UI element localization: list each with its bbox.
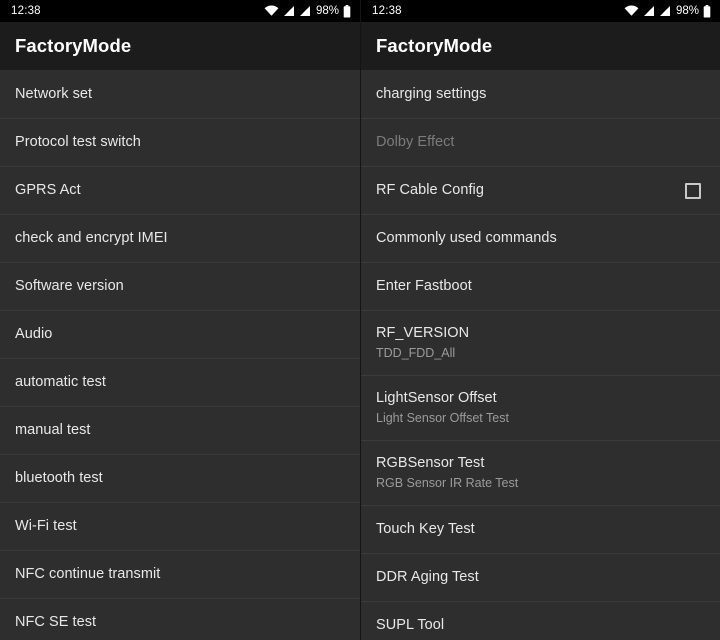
list-item-touch-key-test[interactable]: Touch Key Test (361, 505, 720, 553)
status-bar-icons: 98% (624, 0, 711, 22)
list-item-audio[interactable]: Audio (0, 310, 360, 358)
list-item-network-set[interactable]: Network set (0, 70, 360, 118)
list-item-label: Protocol test switch (15, 134, 141, 150)
list-item-protocol-test-switch[interactable]: Protocol test switch (0, 118, 360, 166)
list-item-automatic-test[interactable]: automatic test (0, 358, 360, 406)
list-item-manual-test[interactable]: manual test (0, 406, 360, 454)
list-item-check-and-encrypt-imei[interactable]: check and encrypt IMEI (0, 214, 360, 262)
list-item-label: Audio (15, 326, 53, 342)
battery-icon (703, 4, 711, 17)
list-item-sublabel: Light Sensor Offset Test (376, 411, 509, 425)
right-settings-list[interactable]: charging settings Dolby Effect RF Cable Co… (361, 70, 720, 640)
status-bar-clock: 12:38 (372, 5, 402, 17)
left-app-bar: FactoryMode (0, 22, 360, 70)
list-item-ddr-aging-test[interactable]: DDR Aging Test (361, 553, 720, 601)
list-item-label: DDR Aging Test (376, 569, 479, 585)
page-title: FactoryMode (15, 35, 132, 56)
list-item-label: check and encrypt IMEI (15, 230, 168, 246)
list-item-label: RF_VERSION (376, 325, 470, 341)
list-item-label: automatic test (15, 374, 106, 390)
list-item-label: manual test (15, 422, 91, 438)
right-phone-screen: 12:38 98% FactoryMode charging settings … (360, 0, 720, 640)
battery-percent-label: 98% (315, 5, 339, 17)
list-item-label: Dolby Effect (376, 134, 455, 150)
list-item-nfc-continue-transmit[interactable]: NFC continue transmit (0, 550, 360, 598)
wifi-icon (624, 5, 639, 16)
list-item-rf-cable-config[interactable]: RF Cable Config (361, 166, 720, 214)
list-item-label: Wi-Fi test (15, 518, 77, 534)
list-item-bluetooth-test[interactable]: bluetooth test (0, 454, 360, 502)
signal-icon-2 (299, 6, 310, 16)
list-item-software-version[interactable]: Software version (0, 262, 360, 310)
list-item-label: Network set (15, 85, 93, 102)
list-item-label: RF Cable Config (376, 182, 484, 198)
list-item-label: SUPL Tool (376, 617, 445, 633)
list-item-sublabel: TDD_FDD_All (376, 346, 456, 360)
signal-icon-1 (283, 6, 294, 16)
list-item-supl-tool[interactable]: SUPL Tool (361, 601, 720, 640)
status-bar: 12:38 98% (361, 0, 720, 22)
list-item-rgbsensor-test[interactable]: RGBSensor Test RGB Sensor IR Rate Test (361, 440, 720, 505)
list-item-commonly-used-commands[interactable]: Commonly used commands (361, 214, 720, 262)
list-item-label: NFC SE test (15, 614, 97, 630)
list-item-label: bluetooth test (15, 470, 103, 486)
checkbox-rf-cable-config[interactable] (685, 182, 701, 199)
list-item-label: NFC continue transmit (15, 566, 161, 582)
list-item-enter-fastboot[interactable]: Enter Fastboot (361, 262, 720, 310)
list-item-rf-version[interactable]: RF_VERSION TDD_FDD_All (361, 310, 720, 375)
signal-icon-2 (659, 6, 670, 16)
battery-icon (343, 4, 351, 17)
status-bar: 12:38 98% (0, 0, 360, 22)
list-item-label: Software version (15, 278, 124, 294)
battery-percent-label: 98% (675, 5, 699, 17)
list-item-label: Enter Fastboot (376, 278, 472, 294)
page-title: FactoryMode (376, 35, 493, 56)
list-item-label: LightSensor Offset (376, 390, 497, 406)
left-settings-list[interactable]: Network set Protocol test switch GPRS Act c… (0, 70, 360, 640)
list-item-dolby-effect: Dolby Effect (361, 118, 720, 166)
list-item-lightsensor-offset[interactable]: LightSensor Offset Light Sensor Offset Te… (361, 375, 720, 440)
wifi-icon (264, 5, 279, 16)
list-item-label: Touch Key Test (376, 521, 475, 537)
signal-icon-1 (643, 6, 654, 16)
list-item-label: charging settings (376, 85, 487, 102)
list-item-label: RGBSensor Test (376, 455, 485, 471)
list-item-sublabel: RGB Sensor IR Rate Test (376, 476, 519, 490)
right-app-bar: FactoryMode (361, 22, 720, 70)
list-item-wi-fi-test[interactable]: Wi-Fi test (0, 502, 360, 550)
status-bar-icons: 98% (264, 0, 351, 22)
left-phone-screen: 12:38 98% FactoryMode Network set Protoc… (0, 0, 360, 640)
list-item-gprs-act[interactable]: GPRS Act (0, 166, 360, 214)
list-item-nfc-se-test[interactable]: NFC SE test (0, 598, 360, 640)
list-item-label: GPRS Act (15, 182, 81, 198)
list-item-charging-settings[interactable]: charging settings (361, 70, 720, 118)
dual-screenshot-container: 12:38 98% FactoryMode Network set Protoc… (0, 0, 720, 640)
list-item-label: Commonly used commands (376, 230, 557, 246)
status-bar-clock: 12:38 (11, 5, 41, 17)
